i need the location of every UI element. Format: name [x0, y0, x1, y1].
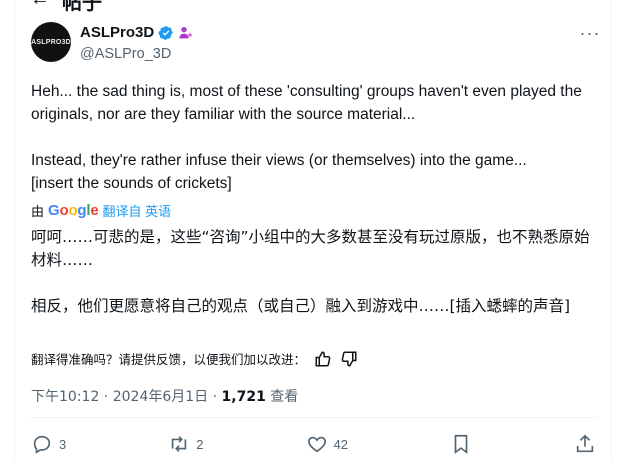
meta-separator: ·	[99, 389, 113, 405]
bookmark-icon	[454, 434, 468, 454]
tweet-time[interactable]: 下午10:12	[31, 389, 99, 405]
repost-button[interactable]: 2	[168, 433, 203, 455]
google-logo: Google	[48, 202, 99, 219]
translated-body: 呵呵……可悲的是，这些“咨询”小组中的大多数甚至没有玩过原版，也不熟悉原始材料……	[31, 228, 590, 315]
share-button[interactable]	[574, 433, 596, 455]
back-arrow-icon[interactable]: ←	[30, 0, 50, 11]
right-border	[611, 0, 612, 462]
like-button[interactable]: 42	[306, 433, 348, 455]
tweet-header: ASLPRO3D ASLPro3D @ASLPro_3D ···	[31, 22, 605, 68]
feedback-prompt: 翻译得准确吗？请提供反馈，以便我们加以改进：	[31, 352, 307, 367]
repost-icon	[172, 436, 187, 452]
tweet-actions: 3 2 42	[31, 430, 596, 458]
avatar[interactable]: ASLPRO3D	[31, 22, 71, 62]
verified-icon[interactable]	[158, 25, 174, 41]
thumbs-up-icon[interactable]	[314, 350, 332, 368]
translation-feedback: 翻译得准确吗？请提供反馈，以便我们加以改进：	[31, 349, 358, 368]
reply-count: 3	[59, 436, 67, 452]
page-title: 帖子	[62, 0, 102, 14]
reply-button[interactable]: 3	[31, 433, 66, 455]
bookmark-button[interactable]	[450, 433, 472, 455]
views-label: 查看	[270, 389, 299, 405]
like-icon	[307, 436, 326, 453]
thumbs-down-icon[interactable]	[340, 350, 358, 368]
repost-count: 2	[196, 436, 204, 452]
affiliate-badge-icon[interactable]	[178, 25, 194, 41]
tweet-detail-page: ← 帖子 ASLPRO3D ASLPro3D @ASLPro_3D ··· He…	[0, 0, 625, 462]
translated-from-link[interactable]: 翻译自 英语	[103, 201, 172, 220]
avatar-logo-text: ASLPRO3D	[31, 38, 71, 46]
like-count: 42	[333, 436, 348, 452]
more-icon[interactable]: ···	[575, 22, 605, 44]
author-display-name[interactable]: ASLPro3D	[80, 24, 154, 41]
translated-by-label: 由	[31, 204, 45, 219]
meta-separator-2: ·	[208, 389, 222, 405]
left-border	[14, 0, 15, 462]
tweet-date[interactable]: 2024年6月1日	[113, 389, 208, 405]
views-count: 1,721	[221, 389, 266, 405]
actions-divider	[31, 417, 596, 418]
tweet-body: Heh... the sad thing is, most of these '…	[31, 83, 582, 192]
translation-attribution: 由 Google 翻译自 英语	[31, 201, 171, 220]
author-name-row: ASLPro3D	[80, 24, 194, 41]
tweet-meta: 下午10:12 · 2024年6月1日 · 1,721 查看	[31, 386, 298, 406]
share-icon	[576, 434, 594, 453]
reply-icon	[33, 435, 51, 454]
author-handle[interactable]: @ASLPro_3D	[80, 46, 171, 62]
